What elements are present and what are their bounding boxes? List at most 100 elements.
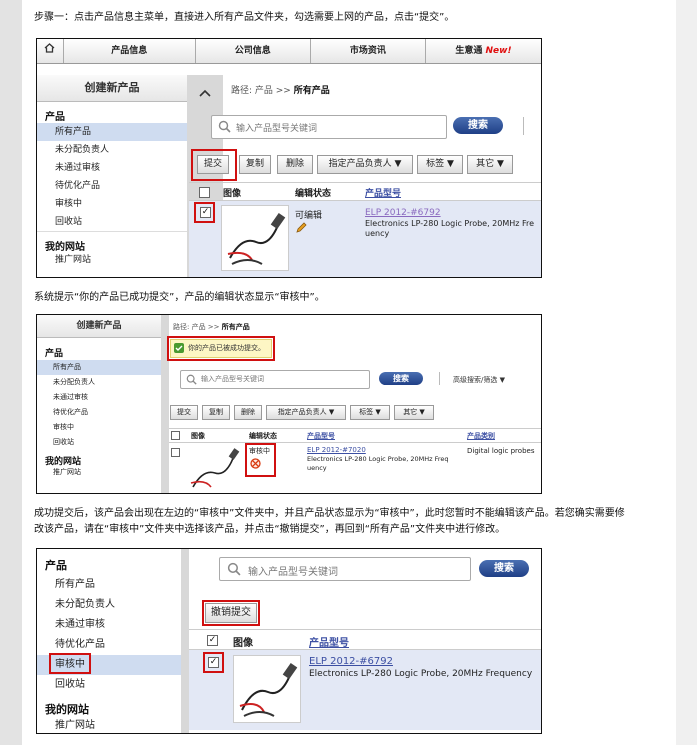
sidebar-item-to-optimize-2[interactable]: 待优化产品 (37, 405, 161, 420)
advanced-search-dropdown[interactable]: 高级搜索/筛选 ▼ (453, 375, 505, 385)
col-edit-status-2: 编辑状态 (249, 432, 277, 440)
row-model-link-2[interactable]: ELP 2012-#7020 (307, 446, 366, 454)
tag-dropdown-2[interactable]: 标签 ▼ (350, 405, 390, 420)
sidebar-item-unassigned-2[interactable]: 未分配负责人 (37, 375, 161, 390)
col-image-2: 图像 (191, 432, 205, 440)
create-product-button-2[interactable]: 创建新产品 (37, 315, 161, 338)
search-button-2[interactable]: 搜索 (379, 372, 423, 385)
top-nav: 产品信息 公司信息 市场资讯 生意通 New! (37, 39, 541, 64)
caption-step1: 步骤一：点击产品信息主菜单，直接进入所有产品文件夹，勾选需要上网的产品，点击“提… (34, 12, 455, 23)
table-top-rule (189, 182, 541, 183)
col-image: 图像 (223, 189, 242, 199)
sidebar-item-rejected[interactable]: 未通过审核 (37, 159, 187, 177)
breadcrumb-current: 所有产品 (293, 86, 330, 96)
left-margin-strip (0, 0, 22, 745)
assign-owner-dropdown-2[interactable]: 指定产品负责人 ▼ (266, 405, 346, 420)
search-input[interactable]: 输入产品型号关键词 (211, 115, 447, 139)
breadcrumb-prefix-2: 路径: 产品 >> (173, 323, 220, 331)
submit-highlight (191, 149, 237, 181)
row-category-2: Digital logic probes (467, 447, 535, 455)
tag-dropdown[interactable]: 标签 ▼ (417, 155, 463, 174)
screenshot-3: 产品 所有产品 未分配负责人 未通过审核 待优化产品 审核中 回收站 我的网站 … (36, 548, 542, 734)
sidebar-item-all-products-3[interactable]: 所有产品 (37, 575, 181, 595)
select-all-checkbox[interactable] (199, 187, 210, 198)
nav-company-info[interactable]: 公司信息 (196, 39, 311, 63)
screenshot-1: 产品信息 公司信息 市场资讯 生意通 New! 创建新产品 产品 所有产品 未分… (36, 38, 542, 278)
col-category-2[interactable]: 产品类别 (467, 431, 495, 441)
delete-button[interactable]: 删除 (277, 155, 313, 174)
product-image (221, 205, 289, 271)
logic-probe-picture-3 (239, 662, 298, 717)
row-model-link[interactable]: ELP 2012-#6792 (365, 208, 441, 218)
copy-button[interactable]: 复制 (239, 155, 271, 174)
search-input-2[interactable]: 输入产品型号关键词 (180, 370, 370, 389)
sidebar-item-rejected-2[interactable]: 未通过审核 (37, 390, 161, 405)
logic-probe-picture-2 (190, 448, 240, 488)
row-checkbox-2[interactable] (171, 448, 180, 457)
nav-market-news[interactable]: 市场资讯 (311, 39, 426, 63)
breadcrumb-prefix: 路径: 产品 >> (231, 86, 291, 96)
row-desc-line1-3: Electronics LP-280 Logic Probe, 20MHz Fr… (309, 669, 533, 679)
col-image-3: 图像 (233, 638, 253, 649)
caption-step3-line2: 改该产品，请在“审核中”文件夹中选择该产品，并点击“撤销提交”，再回到“所有产品… (34, 524, 506, 535)
col-model[interactable]: 产品型号 (365, 186, 401, 199)
sidebar-item-rejected-3[interactable]: 未通过审核 (37, 615, 181, 635)
screenshot-2: 创建新产品 产品 所有产品 未分配负责人 未通过审核 待优化产品 审核中 回收站… (36, 314, 542, 494)
assign-owner-dropdown[interactable]: 指定产品负责人 ▼ (317, 155, 413, 174)
checkbox-highlight-3 (203, 652, 224, 673)
status-highlight (245, 443, 276, 477)
nav-business[interactable]: 生意通 New! (426, 39, 541, 63)
row-model-link-3[interactable]: ELP 2012-#6792 (309, 656, 393, 667)
search-input-3[interactable]: 输入产品型号关键词 (219, 557, 471, 581)
other-dropdown-2[interactable]: 其它 ▼ (394, 405, 434, 420)
sidebar-item-recycle-bin-3[interactable]: 回收站 (37, 675, 181, 695)
product-image-2 (189, 447, 241, 491)
sidebar-item-unassigned-3[interactable]: 未分配负责人 (37, 595, 181, 615)
sidebar-item-under-review[interactable]: 审核中 (37, 195, 187, 213)
magnifier-icon-3 (227, 562, 241, 576)
copy-button-2[interactable]: 复制 (202, 405, 230, 420)
sidebar-item-under-review-2[interactable]: 审核中 (37, 420, 161, 435)
search-button-3[interactable]: 搜索 (479, 560, 529, 577)
sidebar-section-my-site-2: 我的网站 (45, 457, 82, 467)
sidebar-section-products-3: 产品 (45, 559, 67, 572)
revoke-highlight (202, 600, 260, 626)
magnifier-icon (218, 120, 231, 133)
breadcrumb-current-2: 所有产品 (221, 323, 250, 331)
select-all-checkbox-2[interactable] (171, 431, 180, 440)
other-dropdown[interactable]: 其它 ▼ (467, 155, 513, 174)
sidebar-item-promo-site[interactable]: 推广网站 (37, 252, 187, 268)
nav-product-info[interactable]: 产品信息 (64, 39, 196, 63)
sidebar-item-all-products[interactable]: 所有产品 (37, 123, 187, 141)
delete-button-2[interactable]: 删除 (234, 405, 262, 420)
submit-button-2[interactable]: 提交 (170, 405, 198, 420)
search-placeholder-2: 输入产品型号关键词 (201, 375, 264, 383)
sidebar-item-recycle-bin-2[interactable]: 回收站 (37, 435, 161, 450)
sidebar-item-to-optimize-3[interactable]: 待优化产品 (37, 635, 181, 655)
home-tab[interactable] (37, 39, 64, 63)
sidebar-3: 产品 所有产品 未分配负责人 未通过审核 待优化产品 审核中 回收站 我的网站 … (37, 549, 181, 733)
header-rule-2 (169, 442, 541, 443)
logic-probe-picture (227, 212, 286, 265)
col-model-3[interactable]: 产品型号 (309, 634, 349, 649)
col-model-2[interactable]: 产品型号 (307, 431, 335, 441)
caption-step3-line1: 成功提交后，该产品会出现在左边的“审核中”文件夹中，并且产品状态显示为“审核中”… (34, 508, 625, 519)
row-desc-line1: Electronics LP-280 Logic Probe, 20MHz Fr… (365, 219, 535, 228)
magnifier-icon-2 (186, 374, 197, 385)
sidebar-section-products-2: 产品 (45, 349, 64, 359)
sidebar-item-recycle-bin[interactable]: 回收站 (37, 213, 187, 231)
search-placeholder-3: 输入产品型号关键词 (248, 567, 338, 578)
sidebar-item-to-optimize[interactable]: 待优化产品 (37, 177, 187, 195)
select-all-checkbox-3[interactable]: ✓ (207, 635, 218, 646)
table-top-rule-3 (189, 629, 541, 630)
row-desc-line1-2: Electronics LP-280 Logic Probe, 20MHz Fr… (307, 455, 449, 463)
pencil-icon[interactable] (295, 222, 307, 234)
sidebar-item-all-products-2[interactable]: 所有产品 (37, 360, 161, 375)
sidebar-2: 创建新产品 产品 所有产品 未分配负责人 未通过审核 待优化产品 审核中 回收站… (37, 315, 161, 493)
search-button[interactable]: 搜索 (453, 117, 503, 134)
product-image-3 (233, 655, 301, 723)
sidebar-item-promo-site-3[interactable]: 推广网站 (37, 717, 181, 733)
create-product-button[interactable]: 创建新产品 (37, 75, 187, 102)
sidebar-item-promo-site-2[interactable]: 推广网站 (37, 466, 161, 479)
sidebar-item-unassigned[interactable]: 未分配负责人 (37, 141, 187, 159)
